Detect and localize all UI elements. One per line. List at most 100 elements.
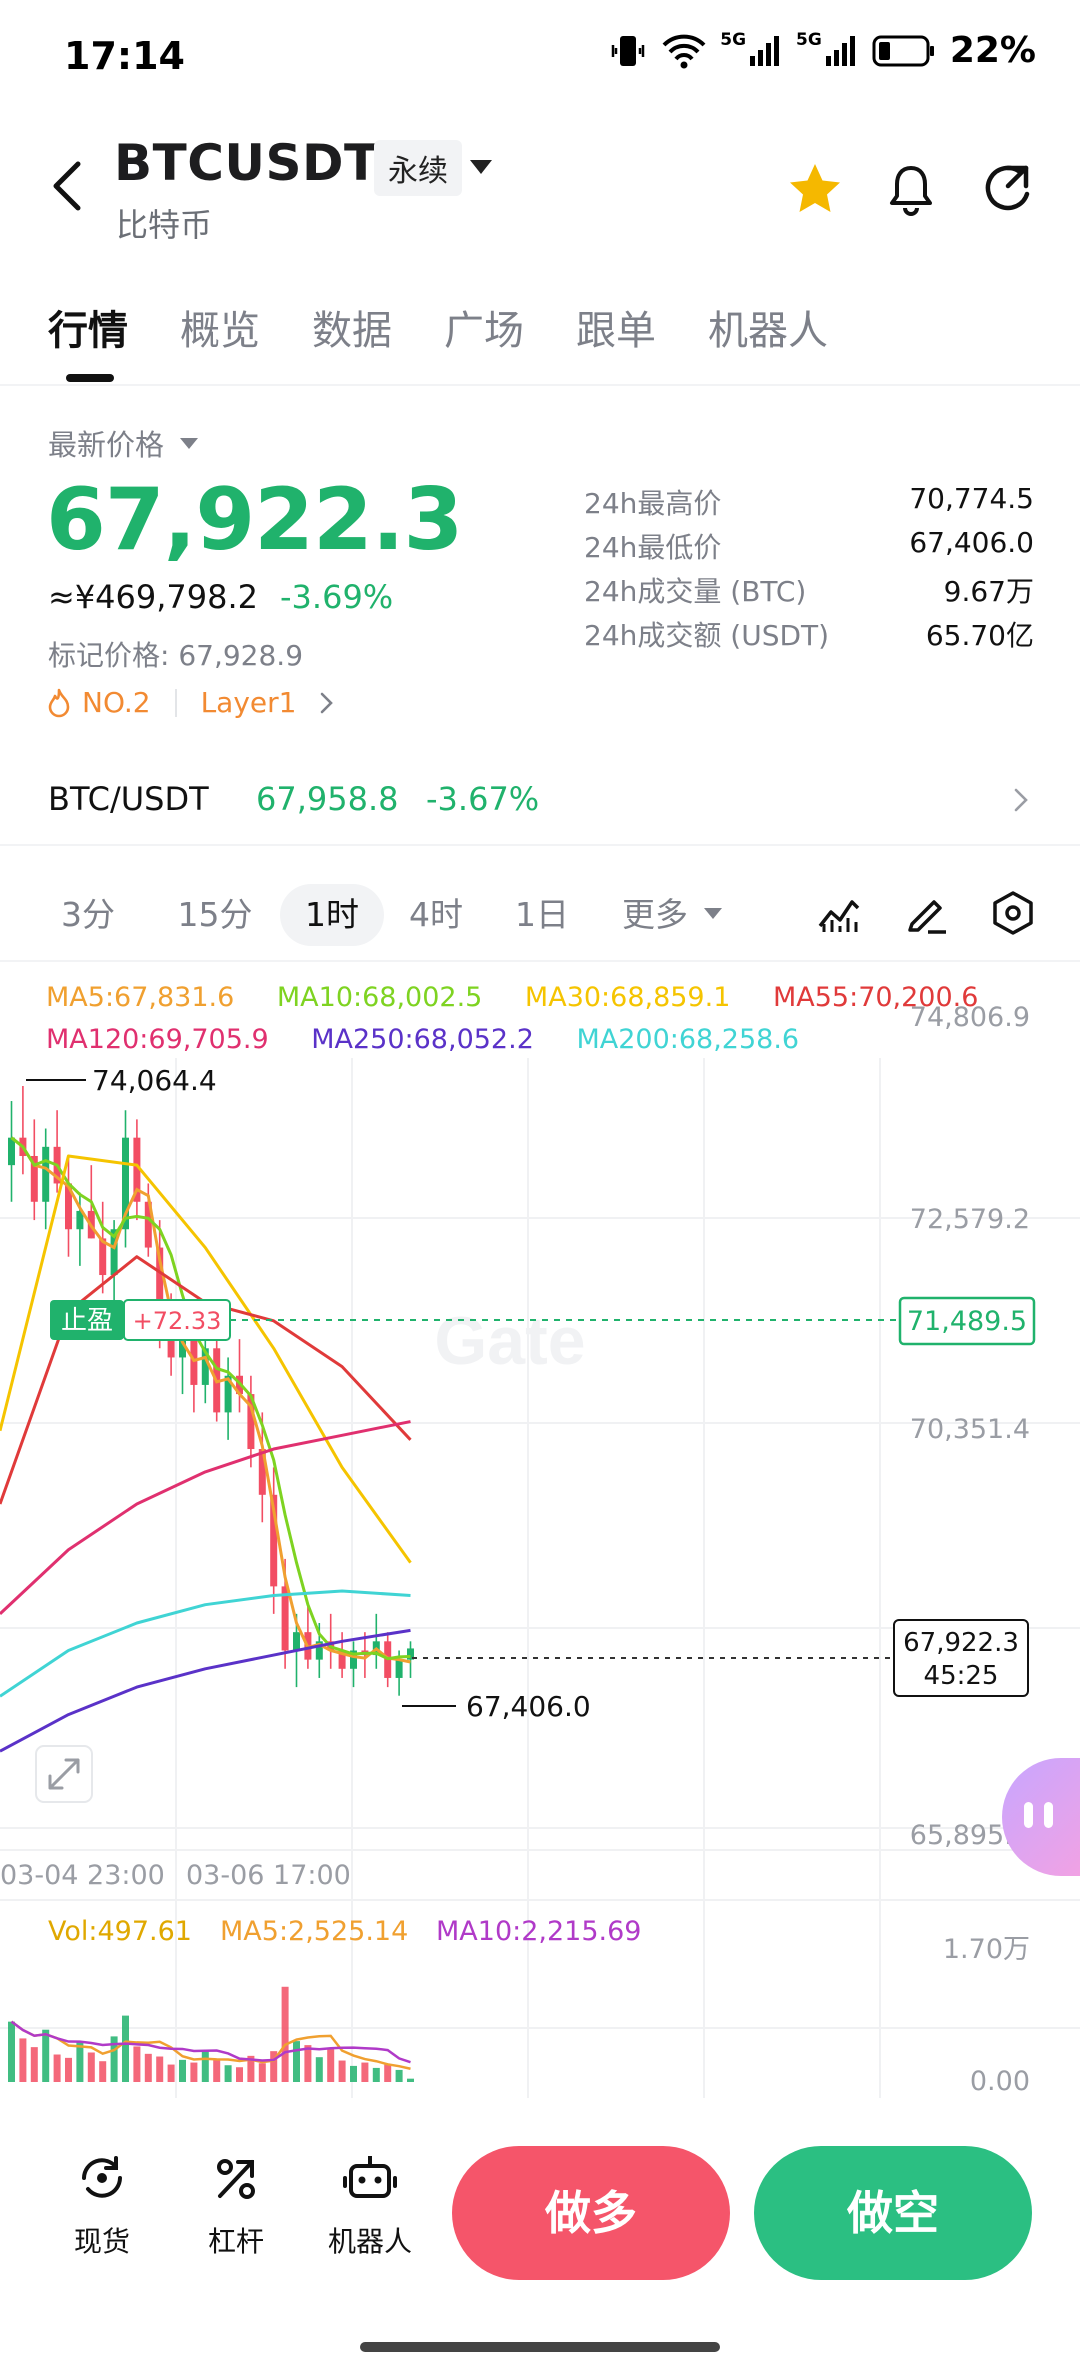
interval-3m[interactable]: 3分 [48, 884, 128, 946]
short-button[interactable]: 做空 [754, 2146, 1032, 2280]
volume-bar [53, 2054, 61, 2082]
volume-bar [304, 2045, 312, 2082]
interval-more[interactable]: 更多 [610, 884, 700, 946]
volume-bar [327, 2049, 335, 2082]
chart-settings-icon[interactable] [990, 890, 1036, 936]
favorite-star-icon[interactable] [786, 160, 844, 218]
contract-type-badge[interactable]: 永续 [374, 140, 462, 196]
y-tick-label: 70,351.4 [910, 1414, 1030, 1445]
volume-bar [281, 1986, 289, 2082]
ma200-line [0, 1589, 411, 1698]
interval-4h[interactable]: 4时 [394, 884, 478, 946]
volume-bar [133, 2046, 141, 2082]
x-tick-label: 03-04 23:00 [0, 1860, 165, 1891]
sector-tag: Layer1 [200, 686, 297, 719]
interval-15m[interactable]: 15分 [160, 884, 270, 946]
network-label-1: 5G [720, 30, 747, 50]
volume-bar [293, 2041, 300, 2082]
last-price-label[interactable]: 最新价格 [48, 422, 164, 464]
volume-bar [167, 2064, 175, 2082]
vol-label: Vol:497.61 [48, 1916, 192, 1947]
spot-pair-row[interactable]: BTC/USDT 67,958.8 -3.67% [0, 760, 1080, 846]
chevron-right-icon [1014, 788, 1028, 812]
volume-bar [407, 2078, 414, 2082]
volume-bar [19, 2038, 27, 2082]
take-profit-price-tag[interactable]: 71,489.5 [898, 1296, 1036, 1346]
more-dropdown-icon[interactable] [704, 908, 722, 919]
stat-label: 24h成交额 (USDT) [584, 619, 830, 652]
interval-bar: 3分 15分 1时 4时 1日 更多 [0, 866, 1080, 962]
status-time: 17:14 [64, 34, 185, 78]
notification-bell-icon[interactable] [882, 160, 940, 218]
high-marker-label: 74,064.4 [92, 1064, 217, 1097]
spot-pair-name: BTC/USDT [48, 780, 209, 818]
stat-label: 24h成交量 (BTC) [584, 575, 807, 608]
tab-market[interactable]: 行情 [48, 298, 128, 356]
indicator-icon[interactable] [816, 890, 862, 936]
spot-icon [82, 2156, 122, 2198]
take-profit-pnl: +72.33 [133, 1307, 222, 1335]
ma-lines-group [0, 1136, 412, 1753]
draw-pen-icon[interactable] [904, 890, 950, 936]
volume-bar [350, 2065, 357, 2082]
vol-y-tick-label: 1.70万 [943, 1934, 1030, 1965]
tab-data[interactable]: 数据 [312, 298, 392, 356]
stat-row: 24h成交额 (USDT) 65.70亿 [584, 614, 1034, 658]
volume-bar [224, 2065, 232, 2082]
back-icon[interactable] [44, 156, 94, 216]
kline-chart-area[interactable]: MA5:67,831.6 MA10:68,002.5 MA30:68,859.1… [0, 968, 1080, 2098]
pair-name: 比特币 [116, 206, 213, 244]
tab-indicator [66, 374, 114, 382]
take-profit-tag[interactable]: 止盈 +72.33 [50, 1299, 231, 1341]
volume-bar [30, 2047, 38, 2082]
nav-leverage[interactable]: 杠杆 [176, 2150, 296, 2260]
interval-1h[interactable]: 1时 [280, 884, 384, 946]
volume-bar [395, 2069, 403, 2082]
battery-icon [872, 35, 934, 66]
ma250-line [0, 1628, 411, 1753]
long-button[interactable]: 做多 [452, 2146, 730, 2280]
spot-change: -3.67% [426, 780, 540, 818]
volume-bar [144, 2053, 152, 2082]
share-icon[interactable] [978, 160, 1036, 218]
take-profit-label: 止盈 [61, 1306, 113, 1336]
volume-bar [258, 2063, 266, 2082]
fullscreen-expand-icon[interactable] [35, 1745, 93, 1803]
volume-bar [384, 2064, 392, 2082]
interval-1d[interactable]: 1日 [500, 884, 584, 946]
spot-price: 67,958.8 [256, 780, 399, 818]
tab-square[interactable]: 广场 [444, 298, 524, 356]
volume-bar [190, 2062, 198, 2082]
change-percent: -3.69% [280, 578, 394, 616]
volume-bar [201, 2050, 209, 2082]
stat-row: 24h最高价 70,774.5 [584, 482, 1034, 526]
bottom-action-bar: 现货 杠杆 机器人 做多 做空 [0, 2110, 1080, 2320]
stat-value: 70,774.5 [909, 482, 1034, 515]
last-price-dropdown-icon[interactable] [180, 438, 198, 449]
nav-leverage-label: 杠杆 [207, 2225, 264, 2258]
volume-bar [315, 2057, 323, 2082]
candle-body [8, 1137, 15, 1166]
tab-bot[interactable]: 机器人 [708, 298, 828, 356]
y-tick-label: 72,579.2 [910, 1204, 1030, 1235]
kline-chart[interactable]: Gate 74,806.9 72,579.2 70,351.4 65,895.9… [0, 968, 1080, 2098]
wifi-icon [662, 34, 706, 68]
stat-row: 24h最低价 67,406.0 [584, 526, 1034, 570]
header: BTCUSDT 永续 比特币 [0, 120, 1080, 250]
volume-bar [87, 2052, 95, 2082]
candle-body [293, 1632, 300, 1651]
tab-overview[interactable]: 概览 [180, 298, 260, 356]
volume-bar [372, 2067, 380, 2082]
nav-spot[interactable]: 现货 [42, 2150, 162, 2260]
tab-copy-trade[interactable]: 跟单 [576, 298, 656, 356]
pair-title[interactable]: BTCUSDT [114, 134, 379, 192]
pair-dropdown-caret-icon[interactable] [470, 160, 492, 174]
rank-row[interactable]: NO.2 Layer1 [46, 686, 336, 719]
current-price-label: 67,922.3 [903, 1628, 1019, 1658]
countdown-label: 45:25 [924, 1661, 999, 1691]
volume-bar [99, 2061, 107, 2082]
stat-value: 67,406.0 [909, 526, 1034, 559]
stat-label: 24h最低价 [584, 531, 722, 564]
nav-bot[interactable]: 机器人 [310, 2150, 430, 2260]
battery-percent: 22% [949, 30, 1036, 71]
